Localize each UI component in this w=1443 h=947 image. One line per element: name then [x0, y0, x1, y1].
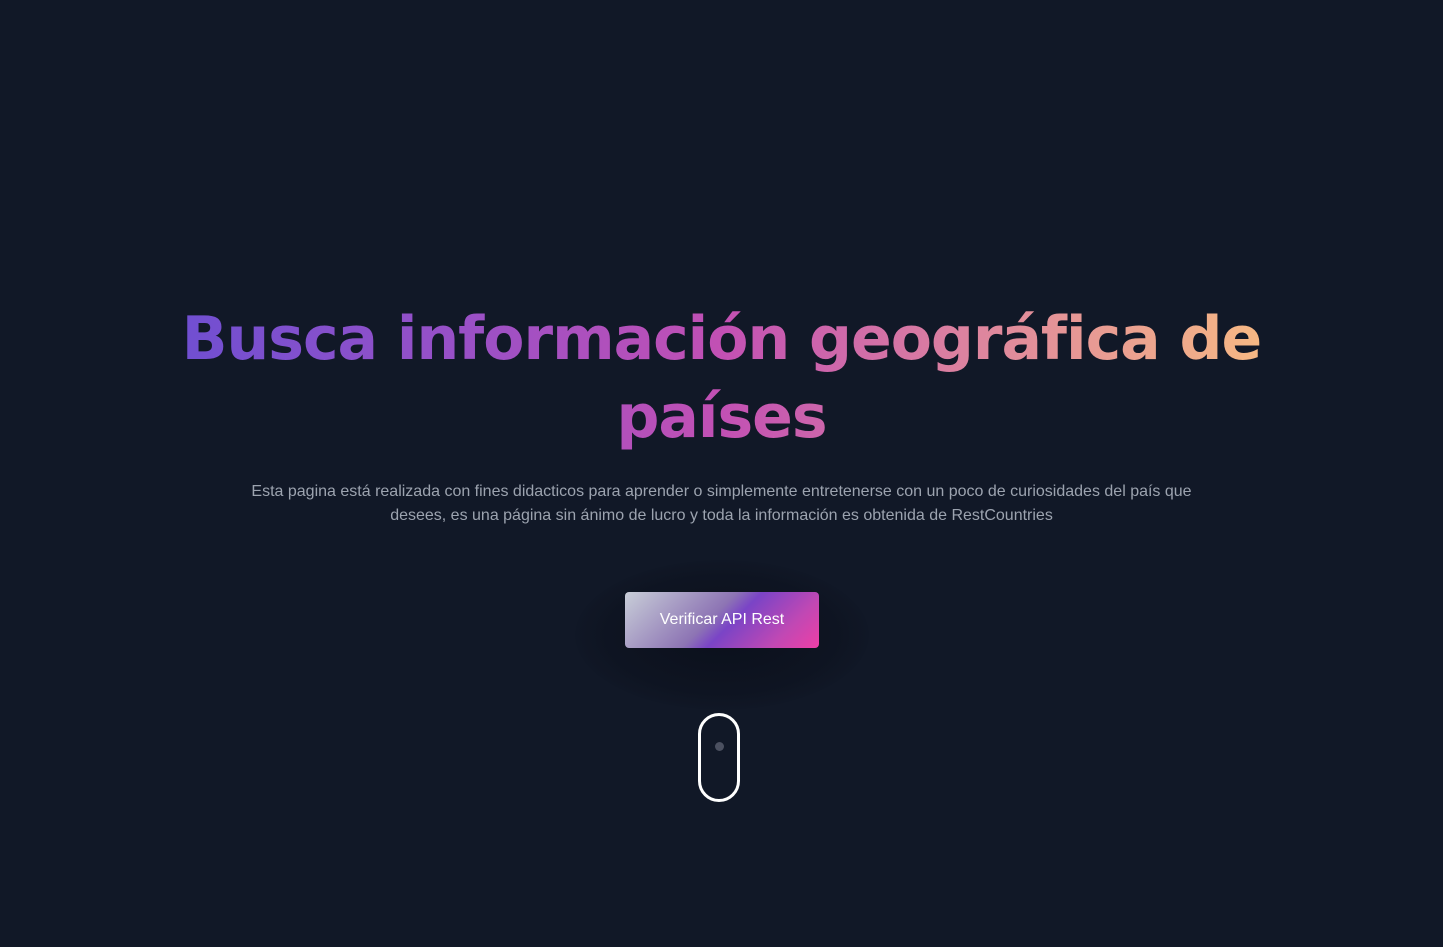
verify-api-button[interactable]: Verificar API Rest: [625, 592, 819, 648]
hero-description: Esta pagina está realizada con fines did…: [251, 483, 1192, 524]
hero-section: Busca información geográfica de países E…: [0, 0, 1443, 947]
hero-title: Busca información geográfica de países: [160, 300, 1283, 456]
mouse-scroll-icon[interactable]: [698, 713, 740, 802]
mouse-wheel-dot: [715, 742, 724, 751]
